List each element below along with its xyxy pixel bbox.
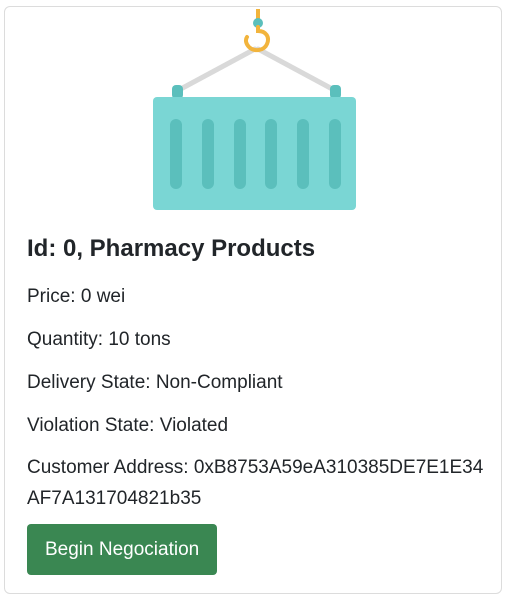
shipping-container-icon <box>153 9 356 210</box>
product-quantity: Quantity: 10 tons <box>27 329 171 350</box>
violation-state: Violation State: Violated <box>27 415 229 436</box>
product-title: Id: 0, Pharmacy Products <box>27 235 316 262</box>
begin-negociation-button[interactable]: Begin Negociation <box>27 524 218 575</box>
card-body: Id: 0, Pharmacy Products Price: 0 wei Qu… <box>27 233 487 575</box>
product-image <box>5 7 501 222</box>
customer-address: Customer Address: 0xB8753A59eA310385DE7E… <box>27 457 484 509</box>
product-card: Id: 0, Pharmacy Products Price: 0 wei Qu… <box>4 6 502 594</box>
delivery-state: Delivery State: Non-Compliant <box>27 372 283 393</box>
product-price: Price: 0 wei <box>27 286 126 307</box>
